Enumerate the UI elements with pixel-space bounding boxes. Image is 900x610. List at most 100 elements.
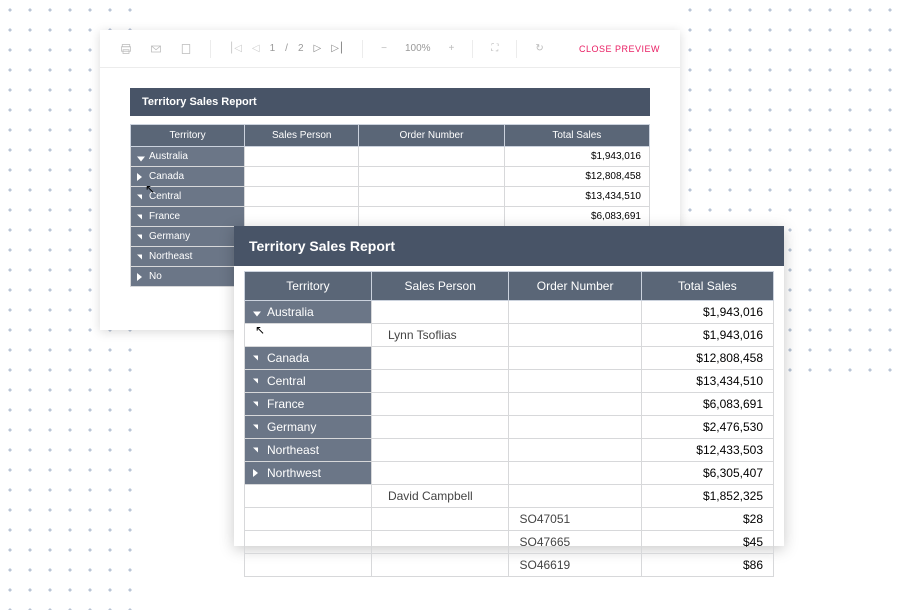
front-table-container: Territory Sales Person Order Number Tota… — [234, 266, 784, 582]
refresh-icon[interactable]: ↻ — [535, 43, 543, 54]
print-icon[interactable] — [120, 43, 132, 55]
table-row[interactable]: Australia↖ $1,943,016 — [245, 301, 774, 324]
zoom-out-icon[interactable]: − — [381, 43, 387, 54]
total-sales-cell: $1,943,016 — [641, 301, 773, 324]
zoom-value[interactable]: 100% — [405, 43, 431, 54]
total-sales-cell: $12,808,458 — [641, 347, 773, 370]
territory-cell[interactable]: Australia↖ — [245, 301, 372, 324]
territory-cell[interactable]: France — [245, 393, 372, 416]
territory-cell[interactable]: Northeast — [131, 247, 245, 267]
table-row[interactable]: France $6,083,691 — [131, 207, 650, 227]
first-page-icon[interactable]: ⎮◁ — [229, 43, 242, 54]
order-number-cell: SO46619 — [509, 554, 641, 577]
territory-cell[interactable]: Northwest — [245, 462, 372, 485]
table-row[interactable]: Lynn Tsoflias $1,943,016 — [245, 324, 774, 347]
separator — [362, 40, 363, 58]
export-icon[interactable] — [180, 43, 192, 55]
territory-cell-empty — [245, 324, 372, 347]
col-territory: Territory — [131, 125, 245, 147]
total-sales-cell: $45 — [641, 531, 773, 554]
expand-collapse-icon[interactable] — [253, 469, 258, 477]
order-number-cell — [509, 370, 641, 393]
territory-label: Northwest — [267, 466, 321, 480]
total-sales-cell: $1,943,016 — [641, 324, 773, 347]
territory-label: Germany — [267, 420, 316, 434]
page-current: 1 — [270, 43, 276, 54]
table-row[interactable]: David Campbell$1,852,325 — [245, 485, 774, 508]
total-sales-cell: $6,305,407 — [641, 462, 773, 485]
page-sep: / — [285, 43, 288, 54]
table-row[interactable]: Central$13,434,510 — [245, 370, 774, 393]
table-row[interactable]: Australia↖ $1,943,016 — [131, 147, 650, 167]
mail-icon[interactable] — [150, 43, 162, 55]
territory-cell-empty — [245, 508, 372, 531]
order-number-cell — [509, 393, 641, 416]
table-row[interactable]: Germany$2,476,530 — [245, 416, 774, 439]
sales-person-cell — [371, 347, 509, 370]
expand-collapse-icon[interactable] — [253, 425, 258, 430]
col-sales-person: Sales Person — [245, 125, 359, 147]
close-preview-button[interactable]: CLOSE PREVIEW — [579, 44, 660, 54]
table-row[interactable]: SO47665$45 — [245, 531, 774, 554]
table-row[interactable]: SO47051$28 — [245, 508, 774, 531]
expand-collapse-icon[interactable] — [253, 402, 258, 407]
total-sales-cell: $1,943,016 — [504, 147, 649, 167]
territory-cell-empty — [245, 531, 372, 554]
sales-person-cell — [245, 207, 359, 227]
territory-label: Central — [267, 374, 306, 388]
front-report-table: Territory Sales Person Order Number Tota… — [244, 271, 774, 577]
expand-collapse-icon[interactable] — [137, 254, 142, 259]
order-number-cell — [509, 462, 641, 485]
territory-cell[interactable]: Central — [245, 370, 372, 393]
expand-collapse-icon[interactable] — [253, 448, 258, 453]
expand-collapse-icon[interactable] — [253, 379, 258, 384]
sales-person-cell-empty — [371, 554, 509, 577]
expand-collapse-icon[interactable] — [137, 194, 142, 199]
territory-cell[interactable]: Central — [131, 187, 245, 207]
territory-label: Germany — [149, 231, 190, 242]
expand-collapse-icon[interactable] — [137, 214, 142, 219]
territory-label: France — [149, 211, 180, 222]
territory-cell[interactable]: Australia↖ — [131, 147, 245, 167]
separator — [516, 40, 517, 58]
fullscreen-icon[interactable]: ⛶ — [491, 43, 498, 54]
expand-collapse-icon[interactable] — [253, 312, 261, 317]
table-row[interactable]: Northeast$12,433,503 — [245, 439, 774, 462]
expand-collapse-icon[interactable] — [137, 273, 142, 281]
last-page-icon[interactable]: ▷⎮ — [331, 43, 344, 54]
report-title-front: Territory Sales Report — [234, 226, 784, 266]
order-number-cell — [359, 167, 504, 187]
expand-collapse-icon[interactable] — [137, 234, 142, 239]
total-sales-cell: $12,808,458 — [504, 167, 649, 187]
sales-person-cell — [371, 462, 509, 485]
total-sales-cell: $6,083,691 — [504, 207, 649, 227]
territory-cell[interactable]: France — [131, 207, 245, 227]
sales-person-cell: Lynn Tsoflias — [371, 324, 509, 347]
table-row[interactable]: Central $13,434,510 — [131, 187, 650, 207]
table-row[interactable]: Canada $12,808,458 — [131, 167, 650, 187]
expand-collapse-icon[interactable] — [253, 356, 258, 361]
territory-cell[interactable]: Northeast — [245, 439, 372, 462]
order-number-cell — [359, 147, 504, 167]
next-page-icon[interactable]: ▷ — [314, 43, 322, 54]
prev-page-icon[interactable]: ◁ — [252, 43, 260, 54]
expand-collapse-icon[interactable] — [137, 173, 142, 181]
sales-person-cell-empty — [371, 531, 509, 554]
territory-label: Northeast — [267, 443, 319, 457]
territory-cell[interactable]: Canada — [131, 167, 245, 187]
territory-cell[interactable]: No — [131, 267, 245, 287]
table-row[interactable]: Canada $12,808,458 — [245, 347, 774, 370]
table-row[interactable]: Northwest $6,305,407 — [245, 462, 774, 485]
zoom-in-icon[interactable]: + — [449, 43, 455, 54]
territory-cell[interactable]: Canada — [245, 347, 372, 370]
order-number-cell: SO47665 — [509, 531, 641, 554]
expand-collapse-icon[interactable] — [137, 156, 145, 161]
order-number-cell — [509, 416, 641, 439]
territory-cell[interactable]: Germany — [131, 227, 245, 247]
table-row[interactable]: France$6,083,691 — [245, 393, 774, 416]
territory-label: Australia — [267, 305, 314, 319]
territory-cell[interactable]: Germany — [245, 416, 372, 439]
col-territory: Territory — [245, 272, 372, 301]
total-sales-cell: $13,434,510 — [504, 187, 649, 207]
table-row[interactable]: SO46619$86 — [245, 554, 774, 577]
